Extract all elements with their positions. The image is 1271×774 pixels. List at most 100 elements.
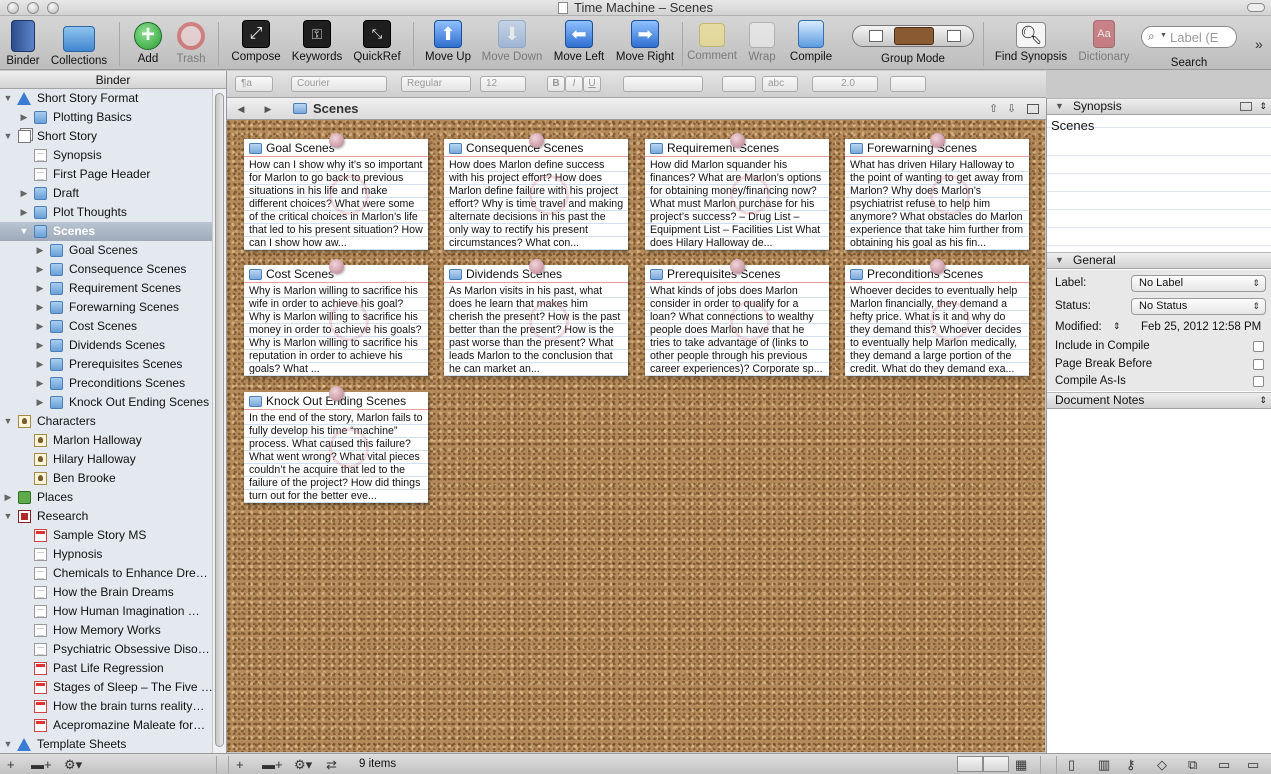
index-card[interactable]: Requirement Scenes How did Marlon squand… [645, 133, 829, 250]
index-card[interactable]: Cost Scenes Why is Marlon willing to sac… [244, 259, 428, 376]
disclosure-open-icon[interactable]: ▼ [3, 735, 13, 753]
freeform-mode-icon[interactable] [983, 756, 1009, 772]
binder-item-research[interactable]: ▼ Research [0, 507, 212, 526]
card-size-icon[interactable]: ▦ [1015, 756, 1027, 773]
binder-item-plot-thoughts[interactable]: ▶ Plot Thoughts [0, 203, 212, 222]
binder-item-synopsis[interactable]: Synopsis [0, 146, 212, 165]
page-break-before-checkbox[interactable] [1253, 359, 1264, 370]
line-spacing-select[interactable]: 2.0 [812, 76, 878, 92]
quickref-button[interactable]: ⤡ QuickRef [350, 20, 404, 63]
disclosure-closed-icon[interactable]: ▶ [35, 317, 45, 336]
synopsis-menu-icon[interactable]: ⇕ [1259, 99, 1267, 114]
binder-item-short-story[interactable]: ▼ Short Story [0, 127, 212, 146]
corkboard-gear-icon[interactable]: ⚙▾ [294, 756, 312, 773]
binder-scrollbar[interactable] [212, 89, 226, 753]
text-color-well[interactable] [722, 76, 756, 92]
keywords-button[interactable]: ⚿ Keywords [289, 20, 345, 63]
wrap-button[interactable]: Wrap [745, 20, 779, 63]
binder-item-template-sheets[interactable]: ▼ Template Sheets [0, 735, 212, 753]
metadata-tab-icon[interactable]: ◇ [1157, 756, 1167, 773]
collections-button[interactable]: Collections [48, 20, 110, 67]
arrange-icon[interactable]: ⇄ [326, 756, 337, 773]
binder-item-short-story-format[interactable]: ▼ Short Story Format [0, 89, 212, 108]
disclosure-closed-icon[interactable]: ▶ [3, 488, 13, 507]
index-card[interactable]: Prerequisites Scenes What kinds of jobs … [645, 259, 829, 376]
move-down-button[interactable]: ⬇ Move Down [479, 20, 545, 63]
disclosure-closed-icon[interactable]: ▶ [19, 184, 29, 203]
binder-item-consequence-scenes[interactable]: ▶ Consequence Scenes [0, 260, 212, 279]
move-left-button[interactable]: ⬅ Move Left [550, 20, 608, 63]
search-field[interactable]: ⌕ ▼ Label (E [1141, 26, 1237, 48]
disclosure-closed-icon[interactable]: ▶ [19, 108, 29, 127]
bold-button[interactable]: B [547, 76, 565, 92]
index-card[interactable]: Forewarning Scenes What has driven Hilar… [845, 133, 1029, 250]
italic-button[interactable]: I [565, 76, 583, 92]
binder-item-scenes[interactable]: ▼ Scenes [0, 222, 212, 241]
scrivenings-mode-icon[interactable] [947, 30, 961, 42]
references-tab-icon[interactable]: ▥ [1098, 756, 1110, 773]
binder-item-ben-brooke[interactable]: Ben Brooke [0, 469, 212, 488]
binder-item-hypnosis[interactable]: Hypnosis [0, 545, 212, 564]
font-weight-select[interactable]: Regular [401, 76, 471, 92]
alignment-buttons[interactable] [623, 76, 703, 92]
binder-item-requirement-scenes[interactable]: ▶ Requirement Scenes [0, 279, 212, 298]
font-size-select[interactable]: 12 [480, 76, 526, 92]
paragraph-style-select[interactable]: ¶a [235, 76, 273, 92]
corkboard[interactable]: Goal Scenes How can I show why it’s so i… [227, 120, 1045, 752]
binder-item-plotting-basics[interactable]: ▶ Plotting Basics [0, 108, 212, 127]
binder-item-places[interactable]: ▶ Places [0, 488, 212, 507]
group-mode-control[interactable]: Group Mode [851, 20, 975, 65]
list-style-select[interactable] [890, 76, 926, 92]
back-arrow-icon[interactable]: ◀ [231, 102, 251, 116]
binder-item-sample-story-ms[interactable]: Sample Story MS [0, 526, 212, 545]
binder-item-goal-scenes[interactable]: ▶ Goal Scenes [0, 241, 212, 260]
notes-menu-icon[interactable]: ⇕ [1259, 393, 1267, 408]
add-card-icon[interactable]: + [236, 756, 244, 773]
disclosure-closed-icon[interactable]: ▶ [35, 393, 45, 412]
disclosure-open-icon[interactable]: ▼ [19, 222, 29, 241]
snapshots-tab-icon[interactable]: ⧉ [1188, 756, 1197, 773]
include-in-compile-checkbox[interactable] [1253, 341, 1264, 352]
next-document-icon[interactable]: ⇩ [1007, 102, 1016, 115]
binder-item-past-life-regression[interactable]: Past Life Regression [0, 659, 212, 678]
general-header[interactable]: ▼ General [1047, 252, 1271, 269]
binder-item-psychiatric-obsessive[interactable]: Psychiatric Obsessive Diso… [0, 640, 212, 659]
document-notes-area[interactable] [1047, 410, 1271, 753]
binder-item-chemicals[interactable]: Chemicals to Enhance Dre… [0, 564, 212, 583]
disclosure-open-icon[interactable]: ▼ [3, 127, 13, 146]
compose-button[interactable]: ⤢ Compose [226, 20, 286, 63]
disclosure-closed-icon[interactable]: ▶ [35, 241, 45, 260]
notes-tab-icon[interactable]: ▯ [1068, 756, 1075, 773]
disclosure-closed-icon[interactable]: ▶ [35, 260, 45, 279]
trash-button[interactable]: Trash [172, 20, 210, 65]
synopsis-mode-icon[interactable] [1240, 102, 1252, 111]
status-select[interactable]: No Status ⇕ [1131, 298, 1266, 315]
binder-item-memory-works[interactable]: How Memory Works [0, 621, 212, 640]
move-right-button[interactable]: ➡ Move Right [613, 20, 677, 63]
document-notes-header[interactable]: Document Notes ⇕ [1047, 392, 1271, 409]
binder-item-human-imagination[interactable]: How Human Imagination … [0, 602, 212, 621]
comments-tab-icon[interactable]: ▭ [1218, 756, 1230, 773]
compile-as-is-checkbox[interactable] [1253, 376, 1264, 387]
synopsis-header[interactable]: ▼ Synopsis ⇕ [1047, 98, 1271, 115]
comment-button[interactable]: Comment [684, 20, 740, 62]
toolbar-overflow-icon[interactable]: » [1255, 36, 1263, 52]
add-folder-icon[interactable]: ▬+ [31, 756, 52, 773]
binder-item-cost-scenes[interactable]: ▶ Cost Scenes [0, 317, 212, 336]
add-folder-card-icon[interactable]: ▬+ [262, 756, 283, 773]
binder-item-hilary-halloway[interactable]: Hilary Halloway [0, 450, 212, 469]
binder-item-marlon-halloway[interactable]: Marlon Halloway [0, 431, 212, 450]
lock-icon[interactable]: ▭ [1247, 756, 1259, 773]
index-card[interactable]: Knock Out Ending Scenes In the end of th… [244, 386, 428, 503]
compile-button[interactable]: Compile [787, 20, 835, 63]
disclosure-open-icon[interactable]: ▼ [1055, 253, 1064, 268]
scrollbar-thumb[interactable] [215, 93, 224, 747]
binder-item-characters[interactable]: ▼ Characters [0, 412, 212, 431]
disclosure-closed-icon[interactable]: ▶ [35, 355, 45, 374]
index-card[interactable]: Goal Scenes How can I show why it’s so i… [244, 133, 428, 250]
binder-item-brain-turns-reality[interactable]: How the brain turns reality… [0, 697, 212, 716]
binder-item-prerequisites-scenes[interactable]: ▶ Prerequisites Scenes [0, 355, 212, 374]
find-synopsis-button[interactable]: 🔍︎ Find Synopsis [992, 20, 1070, 63]
forward-arrow-icon[interactable]: ▶ [258, 102, 278, 116]
disclosure-open-icon[interactable]: ▼ [3, 412, 13, 431]
